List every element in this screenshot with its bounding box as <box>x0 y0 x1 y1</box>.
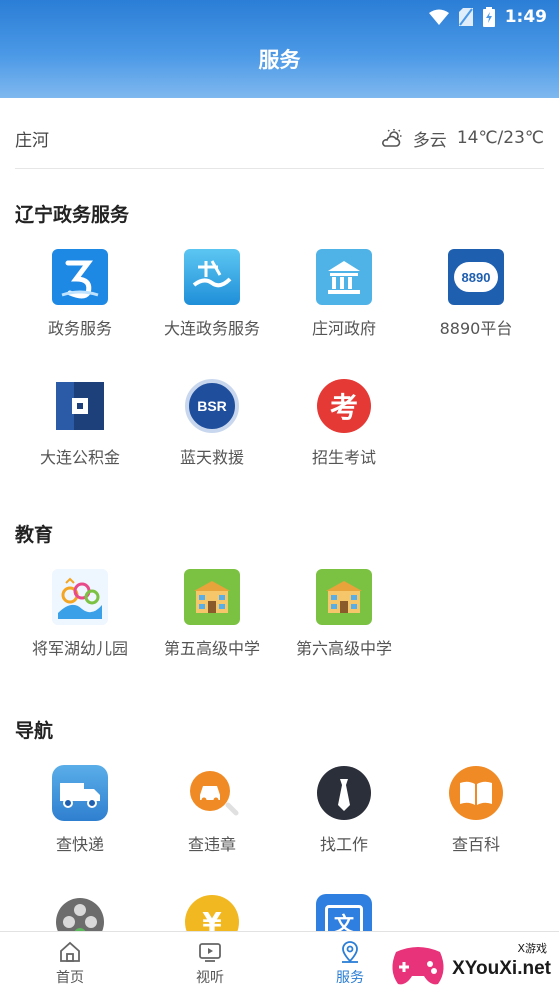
delivery-truck-icon <box>52 765 108 821</box>
tile-encyclopedia[interactable]: 查百科 <box>410 765 542 875</box>
tile-zhuanghe-government[interactable]: 庄河政府 <box>278 249 410 359</box>
nav-label: 视听 <box>196 969 224 986</box>
tile-gov-service[interactable]: 政务服务 <box>14 249 146 359</box>
tile-enrollment-exam[interactable]: 考 招生考试 <box>278 378 410 488</box>
watermark-logo: X游戏 XYouXi.net <box>388 936 559 994</box>
8890-logo-text: 8890 <box>461 269 491 285</box>
housing-fund-icon <box>52 378 108 434</box>
tile-label: 招生考试 <box>311 448 376 467</box>
tile-dalian-gov-service[interactable]: 大连政务服务 <box>146 249 278 359</box>
nav-audio-video[interactable]: 视听 <box>140 932 280 994</box>
weather-temperature: 14℃/23℃ <box>456 128 544 148</box>
tile-label: 找工作 <box>319 835 368 854</box>
tile-fifth-high-school[interactable]: 第五高级中学 <box>146 569 278 679</box>
weather-info: 多云 14℃/23℃ <box>381 126 544 151</box>
tile-label: 大连公积金 <box>39 448 120 467</box>
watermark-tag: X游戏 <box>517 942 547 955</box>
tile-label: 第五高级中学 <box>163 639 260 658</box>
section-title-navigation: 导航 <box>15 720 54 742</box>
location-pin-icon <box>342 940 358 963</box>
tile-label: 8890平台 <box>439 319 513 338</box>
tile-label: 查违章 <box>187 835 236 854</box>
tile-track-delivery[interactable]: 查快递 <box>14 765 146 875</box>
location-label[interactable]: 庄河 <box>15 126 49 151</box>
tile-label: 将军湖幼儿园 <box>31 639 128 658</box>
tile-find-job[interactable]: 找工作 <box>278 765 410 875</box>
section-title-liaoning-gov: 辽宁政务服务 <box>15 204 130 226</box>
section-title-education: 教育 <box>15 524 54 546</box>
8890-platform-icon: 8890 <box>448 249 504 305</box>
battery-icon <box>482 7 495 27</box>
weather-row: 庄河 多云 14℃/23℃ <box>15 108 544 169</box>
nav-label: 服务 <box>336 969 364 986</box>
tile-blue-sky-rescue[interactable]: BSR 蓝天救援 <box>146 378 278 488</box>
tile-label: 查百科 <box>451 835 500 854</box>
status-bar: 1:49 <box>428 0 547 34</box>
tile-label: 大连政务服务 <box>163 319 260 338</box>
book-icon <box>448 765 504 821</box>
tile-label: 庄河政府 <box>311 319 376 338</box>
home-icon <box>60 941 80 962</box>
cloudy-sun-icon <box>381 129 402 147</box>
kindergarten-icon <box>52 569 108 625</box>
tile-label: 第六高级中学 <box>295 639 392 658</box>
tile-housing-fund[interactable]: 大连公积金 <box>14 378 146 488</box>
school-building-icon <box>184 569 240 625</box>
tile-sixth-high-school[interactable]: 第六高级中学 <box>278 569 410 679</box>
wifi-icon <box>428 9 449 25</box>
tile-label: 蓝天救援 <box>179 448 244 467</box>
nav-label: 首页 <box>56 969 84 986</box>
app-header: 1:49 服务 <box>0 0 559 98</box>
watermark-brand: XYouXi.net <box>452 958 551 979</box>
liaoning-gov-icon <box>52 249 108 305</box>
bsr-logo-text: BSR <box>197 398 227 414</box>
status-time: 1:49 <box>504 7 547 27</box>
tile-8890-platform[interactable]: 8890 8890平台 <box>410 249 542 359</box>
exam-glyph: 考 <box>329 391 358 424</box>
blue-sky-rescue-icon: BSR <box>184 378 240 434</box>
tv-icon <box>199 942 221 962</box>
sim-icon <box>458 8 473 26</box>
dalian-gov-icon <box>184 249 240 305</box>
tile-label: 查快递 <box>55 835 104 854</box>
necktie-icon <box>316 765 372 821</box>
tile-traffic-violation[interactable]: 查违章 <box>146 765 278 875</box>
weather-condition: 多云 <box>412 130 447 151</box>
exam-icon: 考 <box>316 378 372 434</box>
school-building-icon <box>316 569 372 625</box>
gamepad-logo-icon <box>392 947 444 985</box>
tile-label: 政务服务 <box>47 319 112 338</box>
tile-kindergarten[interactable]: 将军湖幼儿园 <box>14 569 146 679</box>
page-title: 服务 <box>258 48 301 72</box>
government-building-icon <box>316 249 372 305</box>
car-violation-icon <box>184 765 240 821</box>
nav-home[interactable]: 首页 <box>0 932 140 994</box>
